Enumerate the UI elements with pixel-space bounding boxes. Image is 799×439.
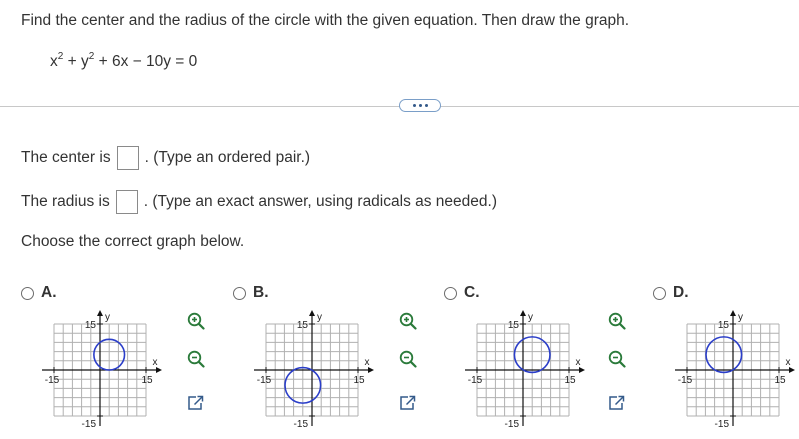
x-tick-label: 15 [774, 375, 786, 386]
y-tick-label: -15 [505, 419, 520, 430]
equation-x-exponent: 2 [57, 51, 64, 62]
x-axis-label: x [365, 357, 370, 368]
y-axis-label: y [317, 312, 322, 323]
ellipsis-dot [424, 104, 428, 107]
ellipsis-dot [418, 104, 422, 107]
option-a-zoom-out-icon[interactable] [187, 350, 205, 368]
equation-x: x [50, 53, 58, 70]
y-tick-label: 15 [718, 320, 730, 331]
option-c-radio[interactable] [444, 286, 457, 300]
y-tick-label: 15 [85, 320, 97, 331]
x-tick-label: 15 [353, 375, 365, 386]
question-prompt: Find the center and the radius of the ci… [21, 12, 630, 29]
option-c[interactable]: C. [444, 284, 480, 302]
option-a[interactable]: A. [21, 284, 57, 302]
y-axis-label: y [105, 312, 110, 323]
center-suffix: . (Type an ordered pair.) [144, 149, 311, 166]
x-tick-label: 15 [141, 375, 153, 386]
option-d[interactable]: D. [653, 284, 689, 302]
option-c-label: C. [464, 284, 480, 301]
circle-equation: x2 + y2 + 6x − 10y = 0 [50, 51, 198, 71]
center-prefix: The center is [21, 149, 111, 166]
x-axis-label: x [153, 357, 158, 368]
option-a-graph: -15 15 15 -15 y x [42, 310, 162, 430]
y-tick-label: 15 [508, 320, 520, 331]
x-tick-label: -15 [257, 375, 272, 386]
y-tick-label: -15 [715, 419, 730, 430]
y-axis-arrow [520, 310, 526, 316]
option-d-graph: -15 15 15 -15 y x [675, 310, 795, 430]
option-b[interactable]: B. [233, 284, 269, 302]
y-axis-arrow [97, 310, 103, 316]
option-d-radio[interactable] [653, 286, 666, 300]
option-c-zoom-out-icon[interactable] [608, 350, 626, 368]
y-tick-label: 15 [297, 320, 309, 331]
more-options-button[interactable] [399, 99, 441, 112]
option-b-graph: -15 15 15 -15 y x [254, 310, 374, 430]
option-b-zoom-in-icon[interactable] [399, 312, 417, 330]
radius-prefix: The radius is [21, 193, 110, 210]
option-a-label: A. [41, 284, 57, 301]
x-tick-label: -15 [45, 375, 60, 386]
ellipsis-icon [412, 104, 416, 107]
y-axis-label: y [738, 312, 743, 323]
y-axis-arrow [730, 310, 736, 316]
y-tick-label: -15 [294, 419, 309, 430]
option-b-radio[interactable] [233, 286, 246, 300]
option-a-expand-icon[interactable] [187, 394, 205, 412]
equation-rest: + 6x − 10y = 0 [94, 53, 198, 70]
x-tick-label: 15 [564, 375, 576, 386]
y-tick-label: -15 [82, 419, 97, 430]
center-input[interactable] [116, 146, 139, 170]
center-answer-line: The center is . (Type an ordered pair.) [21, 146, 310, 170]
x-tick-label: -15 [468, 375, 483, 386]
y-axis-arrow [309, 310, 315, 316]
option-d-label: D. [673, 284, 689, 301]
option-c-expand-icon[interactable] [608, 394, 626, 412]
option-c-graph: -15 15 15 -15 y x [465, 310, 585, 430]
option-a-radio[interactable] [21, 286, 34, 300]
equation-y-exponent: 2 [88, 51, 95, 62]
radius-input[interactable] [115, 190, 138, 214]
x-axis-label: x [786, 357, 791, 368]
radius-suffix: . (Type an exact answer, using radicals … [143, 193, 497, 210]
y-axis-label: y [528, 312, 533, 323]
option-a-zoom-in-icon[interactable] [187, 312, 205, 330]
option-b-expand-icon[interactable] [399, 394, 417, 412]
equation-y: + y [63, 53, 89, 70]
option-b-zoom-out-icon[interactable] [399, 350, 417, 368]
choose-graph-instruction: Choose the correct graph below. [21, 233, 245, 250]
x-axis-label: x [576, 357, 581, 368]
x-tick-label: -15 [678, 375, 693, 386]
radius-answer-line: The radius is . (Type an exact answer, u… [21, 190, 497, 214]
option-c-zoom-in-icon[interactable] [608, 312, 626, 330]
option-b-label: B. [253, 284, 269, 301]
